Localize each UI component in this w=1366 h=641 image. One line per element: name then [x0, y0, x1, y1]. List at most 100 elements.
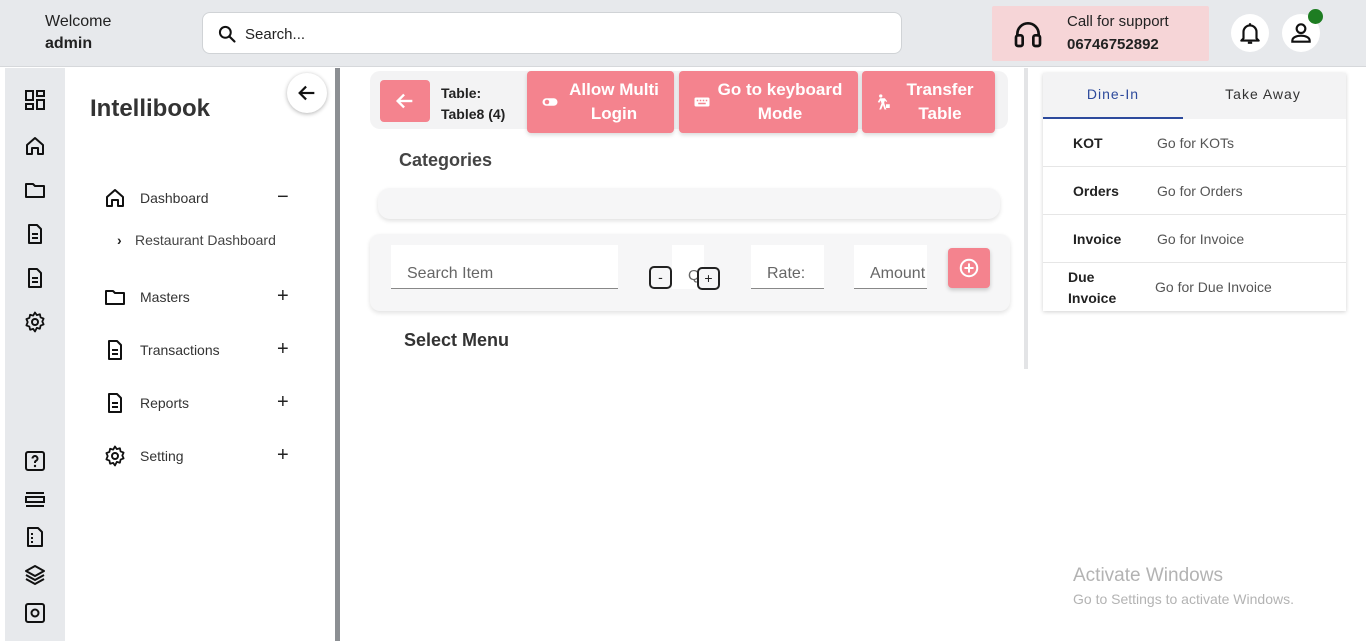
top-bar: Welcome admin Call for support 067467528… [0, 0, 1366, 67]
welcome-block: Welcome admin [45, 11, 111, 55]
sidebar-item-label: Dashboard [140, 190, 209, 206]
username: admin [45, 35, 93, 52]
categories-bar [378, 188, 1000, 219]
sidebar-item-setting[interactable]: Setting + [103, 443, 303, 469]
list-item-invoice[interactable]: Invoice Go for Invoice [1043, 215, 1346, 263]
panel-divider [1024, 68, 1028, 369]
row-key: Due Invoice [1068, 269, 1117, 306]
bell-icon [1240, 23, 1260, 44]
row-key: Invoice [1073, 231, 1122, 247]
amount-input[interactable] [854, 265, 927, 283]
button-label: Allow Multi Login [569, 80, 659, 123]
rail-settings[interactable] [23, 310, 47, 334]
list-item-due-invoice[interactable]: Due Invoice Go for Due Invoice [1043, 263, 1346, 311]
main-content: Table: Table8 (4) Allow Multi Login Go t… [340, 68, 1030, 641]
notifications-button[interactable] [1231, 14, 1269, 52]
toggle-icon [542, 98, 558, 106]
activation-watermark-title: Activate Windows [1073, 565, 1223, 586]
expand-toggle[interactable]: + [277, 286, 289, 306]
list-item-orders[interactable]: Orders Go for Orders [1043, 167, 1346, 215]
keyboard-mode-button[interactable]: Go to keyboard Mode [679, 71, 858, 133]
order-type-tabs: Dine-In Take Away [1043, 73, 1346, 119]
table-value: Table8 (4) [441, 106, 506, 122]
sidebar: Intellibook Dashboard − › Restaurant Dash… [65, 68, 335, 641]
plus-circle-icon [959, 258, 979, 278]
rail-masters[interactable] [23, 178, 47, 202]
transfer-person-icon [877, 94, 890, 110]
folder-icon [105, 290, 125, 305]
table-label: Table: [441, 85, 482, 101]
row-link[interactable]: Go for Orders [1157, 183, 1243, 199]
sidebar-item-dashboard[interactable]: Dashboard − [103, 185, 303, 211]
expand-toggle[interactable]: + [277, 392, 289, 412]
row-key: KOT [1073, 135, 1103, 151]
row-key: Orders [1073, 183, 1119, 199]
rate-field[interactable] [751, 245, 824, 289]
amount-field[interactable] [854, 245, 927, 289]
button-label: Go to keyboard Mode [717, 80, 843, 123]
settings-icon [105, 445, 125, 467]
collapse-sidebar-button[interactable] [287, 73, 327, 113]
sidebar-subitem-restaurant-dashboard[interactable]: › Restaurant Dashboard [117, 232, 276, 248]
rail-help[interactable] [23, 449, 47, 473]
back-button[interactable] [380, 80, 430, 122]
sheet-icon [27, 527, 43, 547]
brand-title: Intellibook [90, 95, 210, 122]
tab-take-away[interactable]: Take Away [1193, 73, 1333, 119]
chevron-right-icon: › [117, 232, 122, 248]
rate-input[interactable] [751, 265, 824, 283]
allow-multi-login-button[interactable]: Allow Multi Login [527, 71, 674, 133]
document-icon [108, 340, 122, 360]
admin-settings-icon [25, 603, 45, 623]
layers-icon [25, 565, 45, 586]
welcome-label: Welcome [45, 13, 112, 30]
row-link[interactable]: Go for Invoice [1157, 231, 1244, 247]
rail-home[interactable] [23, 134, 47, 158]
order-panel: Dine-In Take Away KOT Go for KOTs Orders… [1043, 73, 1346, 311]
row-link[interactable]: Go for Due Invoice [1155, 279, 1272, 295]
support-box[interactable]: Call for support 06746752892 [992, 6, 1209, 61]
categories-title: Categories [399, 150, 493, 170]
support-label: Call for support [1067, 13, 1169, 30]
item-entry-row: - + [370, 234, 1010, 311]
sidebar-item-masters[interactable]: Masters + [103, 284, 303, 310]
expand-toggle[interactable]: + [277, 445, 289, 465]
keyboard-icon [694, 97, 710, 107]
rail-dashboard[interactable] [23, 88, 47, 112]
home-icon [106, 189, 124, 207]
transfer-table-button[interactable]: Transfer Table [862, 71, 995, 133]
report-icon [28, 268, 42, 288]
rail-layers[interactable] [23, 563, 47, 587]
activation-watermark-text: Go to Settings to activate Windows. [1073, 591, 1294, 607]
tab-dine-in[interactable]: Dine-In [1043, 73, 1183, 119]
rail-sheet[interactable] [23, 525, 47, 549]
list-item-kot[interactable]: KOT Go for KOTs [1043, 119, 1346, 167]
row-link[interactable]: Go for KOTs [1157, 135, 1234, 151]
collapse-toggle[interactable]: − [277, 187, 289, 207]
search-bar[interactable] [202, 12, 902, 54]
help-icon [25, 451, 45, 471]
button-label: Transfer Table [906, 80, 974, 123]
search-item-field[interactable] [391, 245, 618, 289]
sidebar-item-reports[interactable]: Reports + [103, 390, 303, 416]
search-item-input[interactable] [391, 265, 618, 283]
icon-rail [5, 68, 65, 641]
decrease-qty-button[interactable]: - [649, 266, 672, 289]
rail-transactions[interactable] [23, 222, 47, 246]
rail-list[interactable] [23, 487, 47, 511]
home-icon [26, 137, 44, 155]
increase-qty-button[interactable]: + [697, 267, 720, 290]
sidebar-item-transactions[interactable]: Transactions + [103, 337, 303, 363]
rail-reports[interactable] [23, 266, 47, 290]
document-icon [28, 224, 42, 244]
sidebar-item-label: Transactions [140, 342, 220, 358]
table-info: Table: Table8 (4) [441, 83, 505, 125]
arrow-left-icon [395, 93, 413, 109]
support-phone: 06746752892 [1067, 36, 1159, 53]
search-input[interactable] [245, 22, 885, 46]
online-status-dot [1308, 9, 1323, 24]
rail-admin-settings[interactable] [23, 601, 47, 625]
add-item-button[interactable] [948, 248, 990, 288]
arrow-left-icon [298, 85, 315, 101]
expand-toggle[interactable]: + [277, 339, 289, 359]
